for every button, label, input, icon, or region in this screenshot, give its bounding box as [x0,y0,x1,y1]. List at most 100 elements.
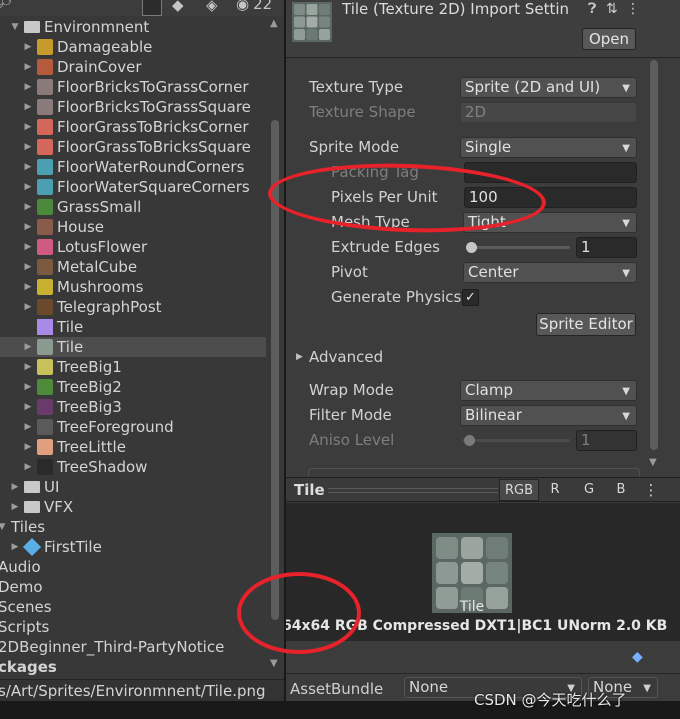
expand-arrow-icon[interactable]: ▶ [23,382,33,392]
expand-arrow-icon[interactable]: ▶ [23,362,33,372]
extrude-edges-slider[interactable] [466,246,570,249]
preview-resize-grip[interactable] [328,488,498,493]
tree-item[interactable]: ▶ TelegraphPost [0,297,266,317]
tree-item[interactable]: ▶ DrainCover [0,57,266,77]
generate-physics-checkbox[interactable]: ✓ [462,289,479,306]
scroll-down-icon[interactable]: ▼ [270,658,278,669]
expand-arrow-icon[interactable]: ▶ [23,402,33,412]
scroll-up-icon[interactable]: ▲ [270,18,278,29]
scene-filter-icon[interactable] [142,0,162,16]
collapse-arrow-icon[interactable]: ▼ [10,22,20,32]
aniso-level-label: Aniso Level [309,431,395,449]
expand-arrow-icon[interactable]: ▶ [23,242,33,252]
tree-item-label: House [57,218,105,236]
sprite-editor-button[interactable]: Sprite Editor [536,313,636,336]
tree-item[interactable]: ▶ LotusFlower [0,237,266,257]
tree-item[interactable]: ▶ FloorBricksToGrassCorner [0,77,266,97]
expand-arrow-icon[interactable]: ▶ [23,82,33,92]
tree-item[interactable]: 2DBeginner_Third-PartyNotice [0,637,266,657]
wrap-mode-dropdown[interactable]: Clamp ▼ [460,380,637,401]
tree-item[interactable]: Demo [0,577,266,597]
channel-b-button[interactable]: B [608,479,634,501]
expand-arrow-icon[interactable]: ▶ [23,182,33,192]
more-icon[interactable]: ⋮ [642,479,660,501]
tree-item[interactable]: Audio [0,557,266,577]
folder-icon [24,499,40,515]
sprite-mode-dropdown[interactable]: Single ▼ [460,137,637,158]
expand-arrow-icon[interactable]: ▶ [23,342,33,352]
channel-r-button[interactable]: R [542,479,568,501]
open-button[interactable]: Open [582,28,636,50]
expand-arrow-icon[interactable]: ▶ [23,102,33,112]
tile-stone [306,4,318,15]
tree-item[interactable]: ▶ VFX [0,497,266,517]
advanced-foldout[interactable]: Advanced [309,348,383,366]
scroll-down-icon[interactable]: ▼ [649,457,657,468]
tree-item[interactable]: ▶ FloorGrassToBricksSquare [0,137,266,157]
expand-arrow-icon[interactable]: ▶ [23,222,33,232]
tree-item[interactable]: ▶ TreeBig3 [0,397,266,417]
tree-item[interactable]: ▶ FloorWaterRoundCorners [0,157,266,177]
tree-item[interactable]: ▶ MetalCube [0,257,266,277]
tree-item[interactable]: ▶ FloorBricksToGrassSquare [0,97,266,117]
inspector-scrollbar[interactable]: ▼ [648,60,660,472]
tree-item[interactable]: ▶ FirstTile [0,537,266,557]
tree-item[interactable]: ▶ TreeBig1 [0,357,266,377]
tree-item[interactable]: ▶ FloorGrassToBricksCorner [0,117,266,137]
tree-item[interactable]: ckages [0,657,266,677]
expand-arrow-icon[interactable]: ▶ [23,302,33,312]
tree-item[interactable]: ▶ TreeBig2 [0,377,266,397]
expand-arrow-icon[interactable]: ▶ [296,352,303,362]
hidden-packages-toggle[interactable]: ◉ 22 [236,0,272,13]
pivot-dropdown[interactable]: Center ▼ [463,262,637,283]
extrude-edges-field[interactable]: 1 [576,237,637,258]
expand-arrow-icon[interactable]: ▶ [23,42,33,52]
tree-item[interactable]: Tile [0,317,266,337]
tree-item[interactable]: ▶ House [0,217,266,237]
label-filter-icon[interactable]: ◈ [206,0,218,16]
texture-type-dropdown[interactable]: Sprite (2D and UI) ▼ [460,77,637,98]
sprite-thumbnail-icon [37,79,53,95]
expand-arrow-icon[interactable]: ▶ [10,502,20,512]
filter-mode-dropdown[interactable]: Bilinear ▼ [460,405,637,426]
tree-item[interactable]: Scripts [0,617,266,637]
tree-item[interactable]: ▶ TreeForeground [0,417,266,437]
expand-arrow-icon[interactable]: ▶ [23,62,33,72]
expand-arrow-icon[interactable]: ▶ [10,482,20,492]
tree-item[interactable]: ▶ Damageable [0,37,266,57]
type-filter-icon[interactable]: ◆ [172,0,184,16]
scrollbar-thumb[interactable] [650,60,658,450]
tree-item[interactable]: ▼ Tiles [0,517,266,537]
annotation-ellipse [237,572,361,654]
expand-arrow-icon[interactable]: ▶ [23,262,33,272]
expand-arrow-icon[interactable]: ▶ [23,202,33,212]
expand-arrow-icon[interactable]: ▶ [23,162,33,172]
channel-rgb-button[interactable]: RGB [499,479,539,501]
channel-g-button[interactable]: G [576,479,602,501]
tree-item[interactable]: ▶ GrassSmall [0,197,266,217]
more-icon[interactable]: ⋮ [626,1,640,17]
expand-arrow-icon[interactable]: ▶ [23,462,33,472]
tree-item[interactable]: ▼ Environmnent [0,17,266,37]
project-scrollbar[interactable]: ▲ ▼ [268,18,282,669]
expand-arrow-icon[interactable]: ▶ [23,422,33,432]
tree-item[interactable]: ▶ UI [0,477,266,497]
tree-item[interactable]: ▶ Mushrooms [0,277,266,297]
help-icon[interactable]: ❓︎ [588,1,596,17]
collapse-arrow-icon[interactable]: ▼ [0,522,7,532]
tree-item[interactable]: Scenes [0,597,266,617]
tree-item[interactable]: ▶ TreeLittle [0,437,266,457]
expand-arrow-icon[interactable]: ▶ [23,442,33,452]
tree-item[interactable]: ▶ FloorWaterSquareCorners [0,177,266,197]
extrude-edges-slider-knob[interactable] [466,242,477,253]
sprite-thumbnail-icon [37,239,53,255]
tree-item[interactable]: ▶ TreeShadow [0,457,266,477]
preset-icon[interactable]: ⇅ [606,1,618,17]
expand-arrow-icon[interactable]: ▶ [23,142,33,152]
tree-item[interactable]: ▶ Tile [0,337,266,357]
asset-label-icon[interactable]: ◆ [632,649,643,665]
expand-arrow-icon[interactable]: ▶ [10,542,20,552]
expand-arrow-icon[interactable]: ▶ [23,282,33,292]
expand-arrow-icon[interactable]: ▶ [23,122,33,132]
search-icon[interactable]: 🔎︎ [0,0,13,11]
